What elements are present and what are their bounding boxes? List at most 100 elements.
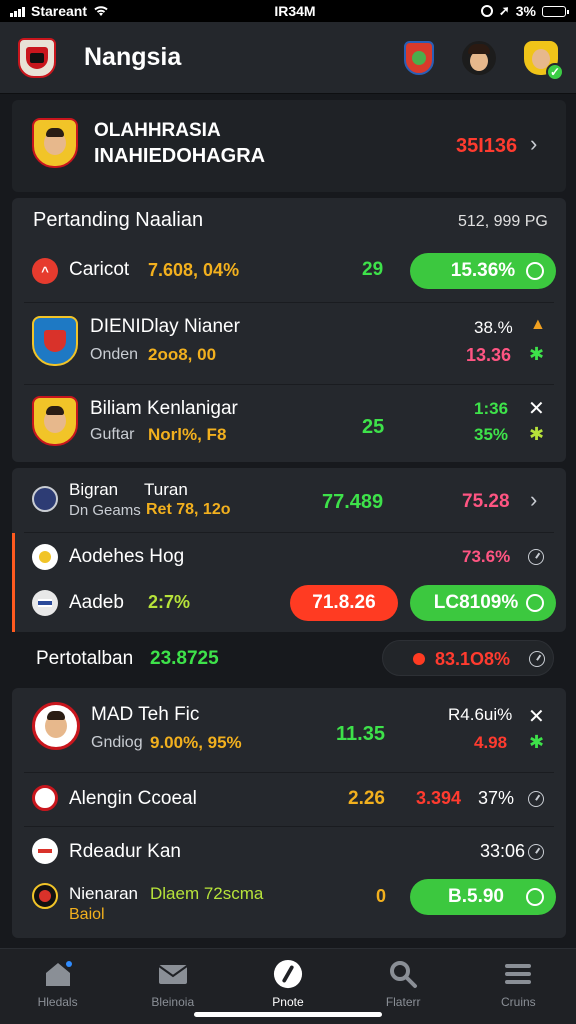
- row-value: 33:06: [480, 841, 526, 861]
- clock-icon: [528, 549, 544, 565]
- row-number: 29: [362, 259, 384, 280]
- wifi-icon: [94, 6, 108, 16]
- nav-home-label: Hledals: [37, 995, 78, 1009]
- close-icon[interactable]: ✕: [528, 396, 545, 421]
- nav-home[interactable]: Hledals: [8, 959, 108, 1024]
- odds-red-pill-button[interactable]: 71.8.26: [290, 585, 398, 621]
- featured-title-line1: OLAHHRASIA: [94, 120, 221, 141]
- row-name[interactable]: Aodehes Hog: [69, 546, 184, 568]
- row-name[interactable]: DIENIDlay Nianer: [90, 316, 240, 338]
- row-name[interactable]: MAD Teh Fic: [91, 704, 199, 726]
- close-icon[interactable]: ✕: [528, 704, 545, 729]
- row-value: 73.6%: [462, 547, 511, 566]
- row-value: 13.36: [466, 345, 512, 365]
- row-name[interactable]: Rdeadur Kan: [69, 841, 181, 863]
- total-value: 23.8725: [150, 648, 219, 669]
- featured-card[interactable]: OLAHHRASIA INAHIEDOHAGRA 35I136 ›: [12, 100, 566, 192]
- clock-icon: [529, 651, 545, 667]
- compass-icon: [273, 959, 303, 989]
- chevron-right-icon[interactable]: ›: [530, 131, 537, 157]
- flag-icon: [32, 838, 58, 864]
- match-section-card: Pertanding Naalian 512, 999 PG ^ Caricot…: [12, 198, 566, 462]
- row-percent: 37%: [478, 788, 515, 808]
- row-value-2: 35%: [474, 425, 509, 444]
- row-value-1: R4.6ui%: [448, 705, 513, 724]
- row-stat: 2:7%: [148, 592, 191, 612]
- row-sub: Baiol: [69, 906, 105, 923]
- nav-menu[interactable]: Cruins: [468, 959, 568, 1024]
- row-name[interactable]: Nienaran: [69, 884, 138, 904]
- row-stat: 7.608, 04%: [148, 260, 240, 280]
- radio-icon: [526, 594, 544, 612]
- row-name[interactable]: Aadeb: [69, 592, 124, 614]
- row-name-1[interactable]: Bigran: [69, 480, 118, 500]
- row-name[interactable]: Caricot: [69, 259, 129, 281]
- section-title: Pertanding Naalian: [33, 209, 204, 231]
- row-number: 2.26: [348, 788, 385, 809]
- row-value-2: 4.98: [474, 733, 508, 752]
- app-header: Nangsia ✓: [0, 22, 576, 94]
- envelope-icon: [158, 959, 188, 989]
- featured-title-line2: INAHIEDOHAGRA: [94, 145, 266, 167]
- row-value: 75.28: [462, 491, 510, 512]
- nav-menu-label: Cruins: [501, 995, 536, 1009]
- home-indicator[interactable]: [194, 1012, 382, 1017]
- menu-icon: [503, 959, 533, 989]
- row-sub-label: Gndiog: [91, 734, 143, 751]
- standings-section-card: MAD Teh Fic Gndiog 9.00%, 95% 11.35 R4.6…: [12, 688, 566, 938]
- chevron-right-icon[interactable]: ›: [530, 487, 537, 513]
- total-label: Pertotalban: [36, 648, 134, 669]
- home-icon: [43, 959, 73, 989]
- row-value-1: 1:36: [474, 399, 509, 418]
- page-title: Nangsia: [84, 43, 182, 71]
- nav-search-label: Flaterr: [385, 995, 421, 1009]
- nav-messages-label: Bleinoia: [151, 995, 195, 1009]
- row-name-2[interactable]: Turan: [144, 480, 188, 500]
- clock-time: IR34M: [274, 3, 316, 19]
- profile-avatar[interactable]: ✓: [524, 40, 564, 81]
- row-red-value: 3.394: [416, 788, 462, 808]
- team-badge: [32, 702, 80, 750]
- club-emblem-icon: [32, 785, 58, 811]
- total-pill-label: 83.1O8%: [435, 649, 511, 669]
- battery-percent: 3%: [515, 3, 536, 19]
- alarm-icon: [480, 5, 493, 17]
- club-emblem-icon: [32, 883, 58, 909]
- club-logo-icon[interactable]: [18, 37, 56, 78]
- odds-green-pill-button[interactable]: LC8109%: [410, 585, 556, 621]
- radio-icon: [526, 262, 544, 280]
- team-badge: [32, 316, 78, 366]
- star-icon: ✱: [529, 424, 545, 444]
- section-meta: 512, 999 PG: [458, 213, 548, 230]
- featured-value: 35I136: [456, 135, 518, 157]
- star-icon: ✱: [529, 732, 545, 752]
- odds-pill-label: B.5.90: [448, 886, 504, 907]
- status-bar: Stareant IR34M ➚ 3%: [0, 0, 576, 22]
- odds-pill-button[interactable]: B.5.90: [410, 879, 556, 915]
- row-sub-value: Ret 78, 12o: [146, 501, 231, 518]
- row-sub-label: Guftar: [90, 426, 135, 443]
- row-name[interactable]: Alengin Ccoeal: [69, 788, 197, 810]
- odds-pill-label: LC8109%: [433, 592, 519, 613]
- clock-icon: [528, 791, 544, 807]
- player-avatar[interactable]: [462, 40, 496, 75]
- row-sub-label: Onden: [90, 346, 139, 363]
- signal-icon: [10, 6, 25, 17]
- row-number: 11.35: [336, 723, 385, 745]
- medal-icon: [32, 544, 58, 570]
- clock-icon: [528, 844, 544, 860]
- total-pill-button[interactable]: 83.1O8%: [382, 640, 554, 676]
- odds-pill-button[interactable]: 15.36%: [410, 253, 556, 289]
- team-crest-icon[interactable]: [404, 40, 434, 75]
- battery-icon: [542, 5, 569, 17]
- row-name[interactable]: Biliam Kenlanigar: [90, 398, 238, 420]
- row-number: 0: [376, 886, 387, 906]
- club-emblem-icon: [32, 486, 58, 512]
- fire-icon: ▲: [530, 316, 546, 333]
- search-icon: [388, 959, 418, 989]
- odds-pill-label: 15.36%: [450, 260, 516, 281]
- row-stat: Dlaem 72scma: [150, 884, 264, 903]
- arrow-up-icon: ^: [32, 258, 58, 284]
- row-number: 77.489: [322, 491, 384, 513]
- featured-team-badge: [32, 118, 78, 168]
